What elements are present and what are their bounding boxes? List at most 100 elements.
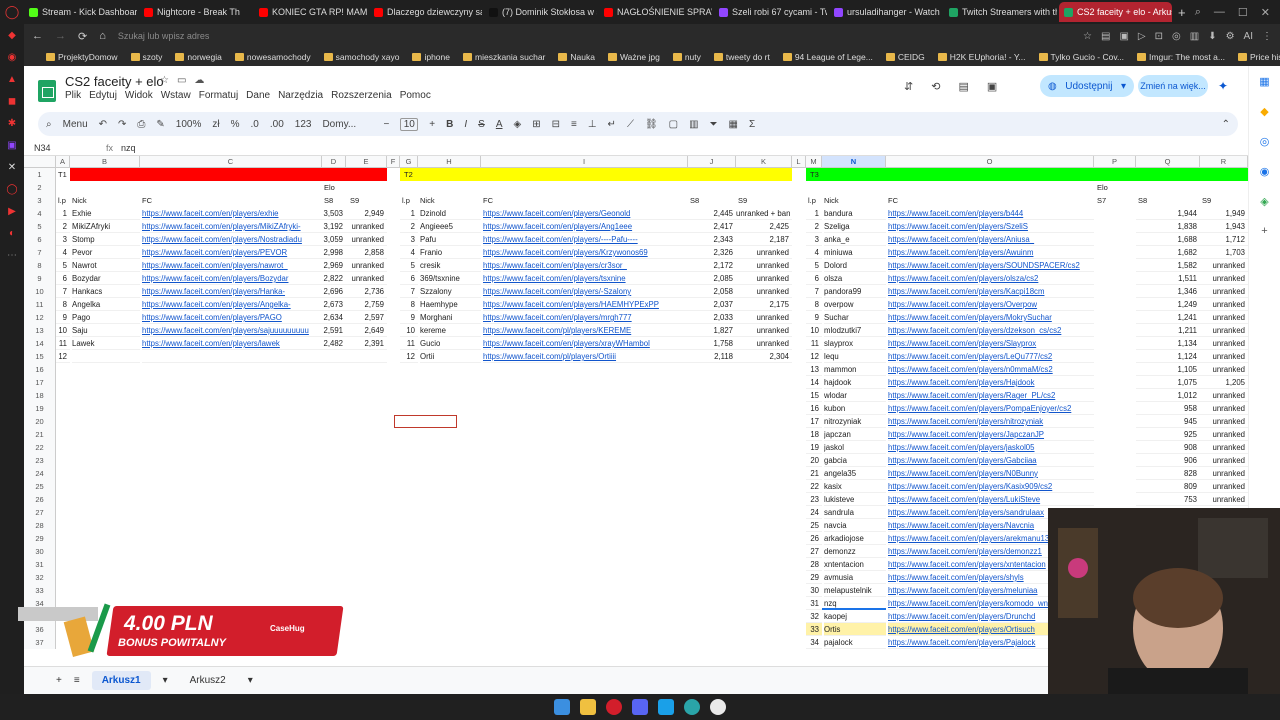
row-header[interactable]: 3 bbox=[24, 194, 56, 207]
elo-s9[interactable]: unranked bbox=[346, 272, 387, 285]
row-header[interactable]: 9 bbox=[24, 272, 56, 285]
elo-s8[interactable]: 1,582 bbox=[1136, 259, 1200, 272]
player-nick[interactable]: wlodar bbox=[824, 389, 886, 402]
player-number[interactable]: 8 bbox=[56, 298, 70, 311]
faceit-link[interactable]: https://www.faceit.com/en/players/PompaE… bbox=[888, 402, 1094, 415]
faceit-link[interactable]: https://www.faceit.com/en/players/Awuinm bbox=[888, 246, 1094, 259]
faceit-link[interactable]: https://www.faceit.com/en/players/olsza/… bbox=[888, 272, 1094, 285]
faceit-link[interactable]: https://www.faceit.com/en/players/PEVOR bbox=[142, 246, 322, 259]
move-folder-icon[interactable]: ▭ bbox=[177, 75, 186, 86]
elo-s8[interactable]: 2,591 bbox=[322, 324, 346, 337]
elo-s9[interactable]: unranked + ban xpp bbox=[736, 207, 792, 220]
browser-tab[interactable]: Stream - Kick Dashboard bbox=[24, 2, 137, 22]
player-number[interactable]: 15 bbox=[806, 389, 822, 402]
column-header[interactable]: G bbox=[400, 156, 418, 168]
player-number[interactable]: 4 bbox=[400, 246, 418, 259]
browser-tab[interactable]: Nightcore - Break Th bbox=[139, 2, 252, 22]
tasks-icon[interactable]: ◎ bbox=[1249, 126, 1280, 156]
elo-s8[interactable]: 1,688 bbox=[1136, 233, 1200, 246]
player-nick[interactable]: Ortis bbox=[824, 623, 886, 636]
faceit-link[interactable]: https://www.faceit.com/en/players/mrgh77… bbox=[483, 311, 688, 324]
sidebar-icon-8[interactable]: ◯ bbox=[0, 178, 24, 200]
player-nick[interactable]: Nawrot bbox=[72, 259, 140, 272]
row-header[interactable]: 6 bbox=[24, 233, 56, 246]
faceit-link[interactable]: https://www.faceit.com/en/players/tsxnin… bbox=[483, 272, 688, 285]
player-number[interactable]: 1 bbox=[806, 207, 822, 220]
pip-icon[interactable]: ▣ bbox=[1119, 31, 1128, 42]
faceit-link[interactable]: https://www.faceit.com/en/players/nitroz… bbox=[888, 415, 1094, 428]
player-nick[interactable]: Haemhype bbox=[420, 298, 481, 311]
elo-s8[interactable]: 2,998 bbox=[322, 246, 346, 259]
player-nick[interactable]: mammon bbox=[824, 363, 886, 376]
player-nick[interactable]: pajalock bbox=[824, 636, 886, 649]
player-number[interactable]: 6 bbox=[400, 272, 418, 285]
browser-tab[interactable]: KONIEC GTA RP! MAMM bbox=[254, 2, 367, 22]
faceit-link[interactable]: https://www.faceit.com/en/players/Rager_… bbox=[888, 389, 1094, 402]
bookmark-item[interactable]: norwegia bbox=[175, 52, 222, 62]
kebab-menu-icon[interactable]: ⋮ bbox=[1262, 31, 1272, 42]
elo-s9[interactable]: unranked bbox=[1200, 363, 1248, 376]
column-label[interactable]: Nick bbox=[420, 194, 481, 207]
elo-s9[interactable]: unranked bbox=[1200, 324, 1248, 337]
active-cell-n34[interactable] bbox=[822, 597, 886, 610]
elo-s8[interactable]: 2,037 bbox=[688, 298, 736, 311]
faceit-link[interactable]: https://www.faceit.com/en/players/Overpo… bbox=[888, 298, 1094, 311]
elo-s8[interactable]: 1,211 bbox=[1136, 324, 1200, 337]
faceit-link[interactable]: https://www.faceit.com/en/players/Slaypr… bbox=[888, 337, 1094, 350]
row-header[interactable]: 27 bbox=[24, 506, 56, 519]
menu-item[interactable]: Dane bbox=[246, 90, 270, 101]
row-header[interactable]: 31 bbox=[24, 558, 56, 571]
elo-s8[interactable]: 945 bbox=[1136, 415, 1200, 428]
elo-s8[interactable]: 2,969 bbox=[322, 259, 346, 272]
player-nick[interactable]: Szzalony bbox=[420, 285, 481, 298]
faceit-link[interactable]: https://www.faceit.com/en/players/nawrot… bbox=[142, 259, 322, 272]
team-label-t3[interactable]: T3 bbox=[810, 168, 824, 181]
row-header[interactable]: 24 bbox=[24, 467, 56, 480]
elo-s8[interactable]: 1,944 bbox=[1136, 207, 1200, 220]
sheet-tab-arkusz2-dropdown-icon[interactable]: ▾ bbox=[248, 675, 253, 686]
bookmark-item[interactable]: szoty bbox=[130, 52, 162, 62]
row-header[interactable]: 14 bbox=[24, 337, 56, 350]
maps-icon[interactable]: ◈ bbox=[1249, 186, 1280, 216]
column-header[interactable]: R bbox=[1200, 156, 1248, 168]
increase-decimal-button[interactable]: .00 bbox=[270, 119, 284, 130]
discord-icon[interactable] bbox=[632, 699, 648, 715]
strikethrough-icon[interactable]: S bbox=[478, 119, 485, 130]
row-header[interactable]: 8 bbox=[24, 259, 56, 272]
column-label[interactable]: S8 bbox=[1138, 194, 1200, 207]
bookmark-item[interactable]: Price history, price... bbox=[1237, 52, 1280, 62]
elo-s8[interactable]: 3,059 bbox=[322, 233, 346, 246]
share-dropdown-icon[interactable]: ▾ bbox=[1121, 81, 1126, 92]
elo-s8[interactable]: 2,417 bbox=[688, 220, 736, 233]
player-number[interactable]: 1 bbox=[56, 207, 70, 220]
elo-s9[interactable] bbox=[346, 350, 387, 363]
elo-s9[interactable]: 2,759 bbox=[346, 298, 387, 311]
bookmark-item[interactable]: 94 League of Lege... bbox=[782, 52, 873, 62]
column-header[interactable]: J bbox=[688, 156, 736, 168]
faceit-link[interactable]: https://www.faceit.com/en/players/PAGO bbox=[142, 311, 322, 324]
zoom-select[interactable]: 100% bbox=[176, 119, 202, 130]
faceit-link[interactable]: https://www.faceit.com/en/players/Aniusa… bbox=[888, 233, 1094, 246]
faceit-link[interactable]: https://www.faceit.com/en/players/SzeliS bbox=[888, 220, 1094, 233]
column-label[interactable]: S8 bbox=[324, 194, 346, 207]
faceit-link[interactable]: https://www.faceit.com/en/players/Kacpi1… bbox=[888, 285, 1094, 298]
home-icon[interactable]: ⌂ bbox=[99, 30, 106, 42]
elo-s8[interactable]: 2,673 bbox=[322, 298, 346, 311]
browser-tab[interactable]: NAGŁOŚNIENIE SPRAWY bbox=[599, 2, 712, 22]
player-nick[interactable]: miniuwa bbox=[824, 246, 886, 259]
elo-s9[interactable]: unranked bbox=[1200, 337, 1248, 350]
insert-link-icon[interactable]: ⛓ bbox=[645, 119, 658, 130]
player-number[interactable]: 34 bbox=[806, 636, 822, 649]
contacts-icon[interactable]: ◉ bbox=[1249, 156, 1280, 186]
formula-input[interactable]: nzq bbox=[121, 143, 136, 153]
faceit-link[interactable]: https://www.faceit.com/en/players/Japcza… bbox=[888, 428, 1094, 441]
player-nick[interactable]: Exhie bbox=[72, 207, 140, 220]
browser-logo-icon[interactable]: ◯ bbox=[0, 0, 24, 24]
elo-s9[interactable]: unranked bbox=[1200, 272, 1248, 285]
elo-s8[interactable]: 925 bbox=[1136, 428, 1200, 441]
elo-s8[interactable]: 1,241 bbox=[1136, 311, 1200, 324]
elo-s8[interactable]: 3,192 bbox=[322, 220, 346, 233]
elo-s8[interactable]: 958 bbox=[1136, 402, 1200, 415]
player-number[interactable]: 3 bbox=[56, 233, 70, 246]
player-number[interactable]: 1 bbox=[400, 207, 418, 220]
